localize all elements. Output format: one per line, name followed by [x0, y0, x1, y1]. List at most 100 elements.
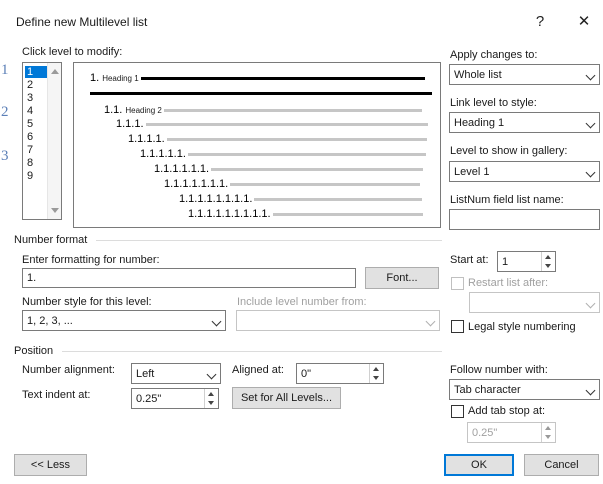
- add-tab-stop-checkbox[interactable]: [451, 405, 464, 418]
- apply-changes-select[interactable]: Whole list: [449, 64, 600, 85]
- scroll-up-icon[interactable]: [51, 69, 59, 74]
- help-button[interactable]: ?: [526, 8, 554, 34]
- include-level-label: Include level number from:: [237, 296, 367, 308]
- set-all-levels-button[interactable]: Set for All Levels...: [232, 387, 341, 409]
- follow-number-label: Follow number with:: [450, 364, 548, 376]
- level-listbox[interactable]: 1 2 3 4 5 6 7 8 9: [22, 62, 62, 220]
- preview-row-3: 1.1.1.: [116, 118, 428, 130]
- preview-line: [90, 92, 432, 95]
- spin-down-icon[interactable]: [545, 435, 551, 439]
- preview-line: [145, 122, 428, 126]
- preview-line: [230, 182, 421, 186]
- dialog-title: Define new Multilevel list: [16, 15, 148, 29]
- text-indent-spinner[interactable]: [204, 389, 218, 408]
- chevron-down-icon: [585, 118, 596, 129]
- preview-line: [166, 137, 427, 141]
- preview-row-4: 1.1.1.1.: [128, 133, 427, 145]
- start-at-label: Start at:: [450, 254, 489, 266]
- preview-number: 1.1.1.1.1.1.1.1.: [179, 193, 253, 205]
- listnum-label: ListNum field list name:: [450, 194, 564, 206]
- chevron-down-icon: [585, 385, 596, 396]
- enter-format-label: Enter formatting for number:: [22, 254, 160, 266]
- text-indent-input[interactable]: 0.25": [131, 388, 219, 409]
- preview-line: [272, 212, 423, 216]
- add-tab-stop-label: Add tab stop at:: [468, 405, 546, 417]
- font-button[interactable]: Font...: [365, 267, 439, 289]
- link-level-label: Link level to style:: [450, 97, 537, 109]
- level-item-6[interactable]: 6: [25, 131, 47, 143]
- aligned-at-input[interactable]: 0": [296, 363, 384, 384]
- restart-list-checkbox[interactable]: [451, 277, 464, 290]
- follow-number-value: Tab character: [454, 383, 521, 396]
- tab-stop-input[interactable]: 0.25": [467, 422, 556, 443]
- preview-row-7: 1.1.1.1.1.1.1.: [164, 178, 421, 190]
- number-style-select[interactable]: 1, 2, 3, ...: [22, 310, 226, 331]
- apply-changes-label: Apply changes to:: [450, 49, 538, 61]
- number-alignment-value: Left: [136, 367, 155, 380]
- aligned-at-label: Aligned at:: [232, 364, 284, 376]
- preview-number: 1.1.1.1.1.: [140, 148, 186, 160]
- preview-line: [254, 197, 423, 201]
- cancel-button[interactable]: Cancel: [524, 454, 599, 476]
- level-item-3[interactable]: 3: [25, 92, 47, 104]
- level-item-4[interactable]: 4: [25, 105, 47, 117]
- close-icon[interactable]: ✕: [570, 8, 598, 34]
- spin-down-icon[interactable]: [373, 376, 379, 380]
- spin-down-icon[interactable]: [545, 264, 551, 268]
- gallery-level-select[interactable]: Level 1: [449, 161, 600, 182]
- level-item-7[interactable]: 7: [25, 144, 47, 156]
- spin-up-icon[interactable]: [545, 426, 551, 430]
- number-style-value: 1, 2, 3, ...: [27, 314, 73, 327]
- link-level-select[interactable]: Heading 1: [449, 112, 600, 133]
- text-indent-label: Text indent at:: [22, 389, 91, 401]
- preview-row-2: 1.1. Heading 2: [104, 104, 422, 116]
- restart-list-select[interactable]: [469, 292, 600, 313]
- preview-number: 1.: [90, 72, 100, 84]
- preview-number: 1.1.1.1.1.1.1.: [164, 178, 229, 190]
- ok-button[interactable]: OK: [444, 454, 514, 476]
- scroll-down-icon[interactable]: [51, 208, 59, 213]
- tab-stop-spinner[interactable]: [541, 423, 555, 442]
- aligned-at-spinner[interactable]: [369, 364, 383, 383]
- spin-up-icon[interactable]: [373, 367, 379, 371]
- preview-line: [163, 108, 422, 112]
- text-indent-value: 0.25": [136, 392, 162, 405]
- legal-style-label: Legal style numbering: [468, 321, 576, 333]
- aligned-at-value: 0": [301, 367, 312, 380]
- level-list-scrollbar[interactable]: [47, 63, 61, 219]
- level-item-1[interactable]: 1: [25, 66, 47, 78]
- preview-line: [211, 167, 424, 171]
- follow-number-select[interactable]: Tab character: [449, 379, 600, 400]
- gallery-level-value: Level 1: [454, 165, 490, 178]
- margin-number-1: 1: [1, 62, 9, 78]
- spin-down-icon[interactable]: [208, 401, 214, 405]
- chevron-down-icon: [585, 167, 596, 178]
- preview-number: 1.1.1.1.: [128, 133, 165, 145]
- preview-line: [140, 76, 425, 80]
- listnum-input[interactable]: [449, 209, 600, 230]
- start-at-spinner[interactable]: [541, 252, 555, 271]
- chevron-down-icon: [206, 369, 217, 380]
- margin-number-2: 2: [1, 104, 9, 120]
- start-at-input[interactable]: 1: [497, 251, 556, 272]
- number-alignment-label: Number alignment:: [22, 364, 115, 376]
- number-alignment-select[interactable]: Left: [131, 363, 221, 384]
- margin-number-3: 3: [1, 148, 9, 164]
- link-level-value: Heading 1: [454, 116, 505, 129]
- spin-up-icon[interactable]: [208, 392, 214, 396]
- level-item-2[interactable]: 2: [25, 79, 47, 91]
- level-item-5[interactable]: 5: [25, 118, 47, 130]
- legal-style-checkbox[interactable]: [451, 320, 464, 333]
- start-at-value: 1: [502, 255, 509, 268]
- preview-row-6: 1.1.1.1.1.1.: [154, 163, 424, 175]
- preview-row-1: 1. Heading 1: [90, 72, 425, 84]
- level-item-9[interactable]: 9: [25, 170, 47, 182]
- include-level-select[interactable]: [236, 310, 440, 331]
- restart-list-label: Restart list after:: [468, 277, 549, 289]
- level-item-8[interactable]: 8: [25, 157, 47, 169]
- less-button[interactable]: << Less: [14, 454, 87, 476]
- spin-up-icon[interactable]: [545, 255, 551, 259]
- number-format-input[interactable]: 1.: [22, 268, 356, 288]
- preview-row-8: 1.1.1.1.1.1.1.1.: [179, 193, 423, 205]
- preview-heading: Heading 2: [125, 105, 162, 115]
